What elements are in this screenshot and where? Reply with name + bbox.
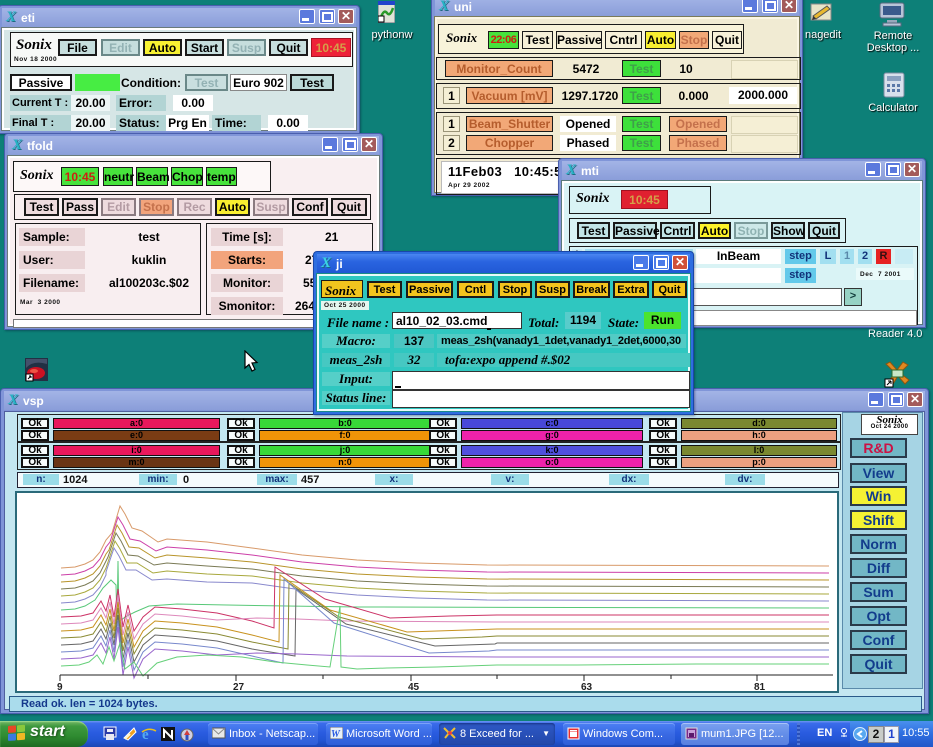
svg-text:45: 45 <box>408 682 420 691</box>
svg-text:27: 27 <box>233 682 245 691</box>
svg-text:81: 81 <box>754 682 766 691</box>
svg-text:W: W <box>331 729 341 739</box>
svg-text:9: 9 <box>57 682 63 691</box>
svg-text:63: 63 <box>581 682 593 691</box>
